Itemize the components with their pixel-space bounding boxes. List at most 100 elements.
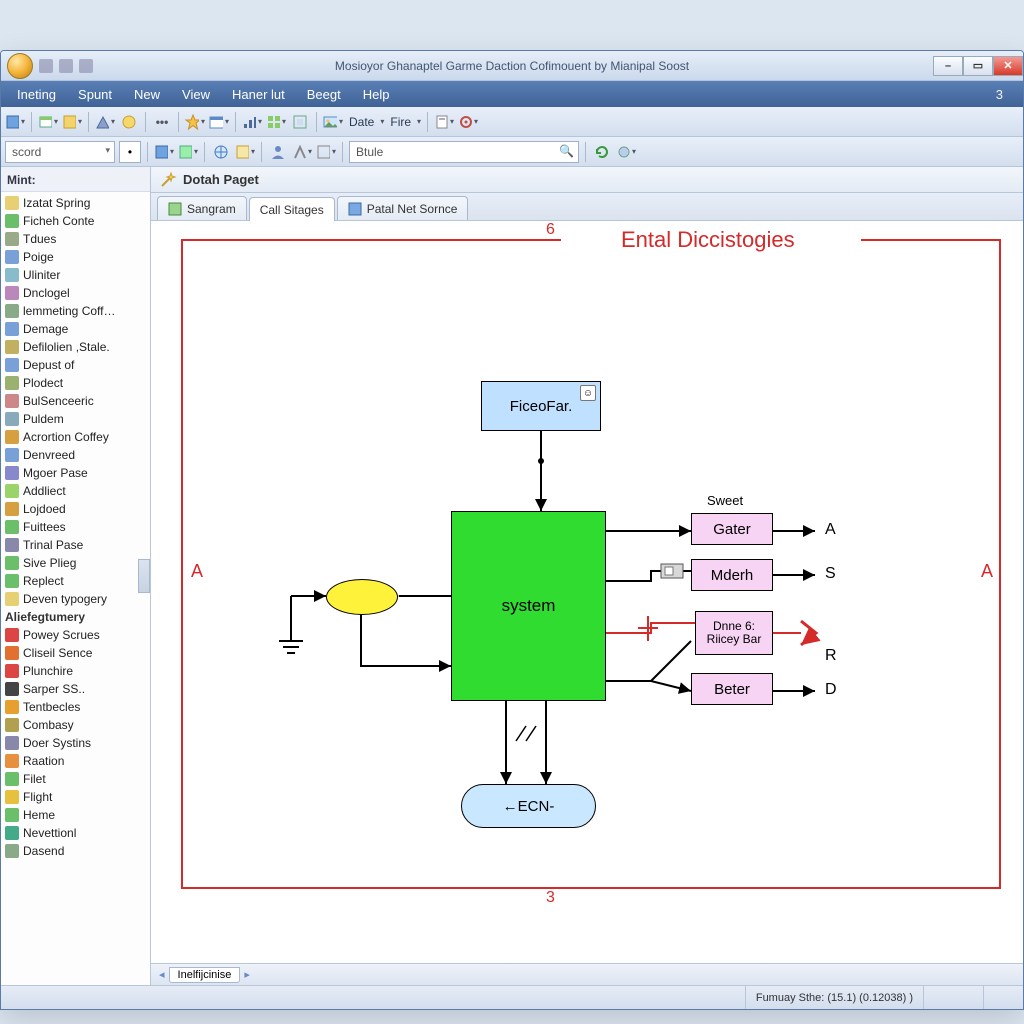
sidebar-item[interactable]: Fuittees	[5, 518, 150, 536]
toolbar-date-label[interactable]: Date	[347, 115, 376, 129]
tool-icon[interactable]	[235, 142, 255, 162]
tab-patal-net[interactable]: Patal Net Sornce	[337, 196, 469, 220]
sidebar-item[interactable]: Heme	[5, 806, 150, 824]
close-button[interactable]: ✕	[993, 56, 1023, 76]
sidebar-item[interactable]: Depust of	[5, 356, 150, 374]
sidebar-item[interactable]: Filet	[5, 770, 150, 788]
tab-sangram[interactable]: Sangram	[157, 196, 247, 220]
sidebar-tree[interactable]: Izatat SpringFicheh ConteTduesPoigeUlini…	[1, 192, 150, 985]
menu-spunt[interactable]: Spunt	[68, 84, 122, 105]
tool-image-icon[interactable]	[323, 112, 343, 132]
bottom-tab-item[interactable]: Inelfijcinise	[169, 967, 241, 983]
sidebar-item[interactable]: Plodect	[5, 374, 150, 392]
sidebar-item[interactable]: Flight	[5, 788, 150, 806]
tool-icon[interactable]	[616, 142, 636, 162]
tool-calendar-icon[interactable]	[209, 112, 229, 132]
sidebar-item[interactable]: Acrortion Coffey	[5, 428, 150, 446]
sidebar-item[interactable]: Mgoer Pase	[5, 464, 150, 482]
tool-star-icon[interactable]	[185, 112, 205, 132]
sidebar-item[interactable]: Addliect	[5, 482, 150, 500]
sidebar-item[interactable]: Trinal Pase	[5, 536, 150, 554]
block-gater[interactable]: Gater	[691, 513, 773, 545]
sidebar-item[interactable]: Tdues	[5, 230, 150, 248]
tool-icon[interactable]	[292, 142, 312, 162]
sidebar-item[interactable]: Defilolien ,Stale.	[5, 338, 150, 356]
toolbar-fire-label[interactable]: Fire	[388, 115, 413, 129]
tool-person-icon[interactable]	[268, 142, 288, 162]
combo-go-button[interactable]: •	[119, 141, 141, 163]
sheet-nav-icon[interactable]: ▸	[244, 968, 250, 981]
menu-beegt[interactable]: Beegt	[297, 84, 351, 105]
tab-call-stages[interactable]: Call Sitages	[249, 197, 335, 221]
block-beter[interactable]: Beter	[691, 673, 773, 705]
sidebar-item[interactable]: Izatat Spring	[5, 194, 150, 212]
tool-icon[interactable]	[5, 112, 25, 132]
sidebar-item[interactable]: Ficheh Conte	[5, 212, 150, 230]
menu-haner[interactable]: Haner lut	[222, 84, 295, 105]
sidebar-item[interactable]: Denvreed	[5, 446, 150, 464]
sidebar-item[interactable]: BulSenceeric	[5, 392, 150, 410]
tool-icon[interactable]	[62, 112, 82, 132]
block-ficeofar[interactable]: FiceoFar. ☺	[481, 381, 601, 431]
tool-icon[interactable]	[434, 112, 454, 132]
tool-icon[interactable]	[178, 142, 198, 162]
tool-refresh-icon[interactable]	[592, 142, 612, 162]
block-dnne[interactable]: Dnne 6: Riicey Bar	[695, 611, 773, 655]
block-ecn[interactable]: ←ECN-	[461, 784, 596, 828]
search-input[interactable]: Btule 🔍	[349, 141, 579, 163]
minimize-button[interactable]: –	[933, 56, 963, 76]
block-yellow-oval[interactable]	[326, 579, 398, 615]
tool-icon[interactable]	[154, 142, 174, 162]
sidebar-item[interactable]: Sive Plieg	[5, 554, 150, 572]
sidebar-item[interactable]: Plunchire	[5, 662, 150, 680]
diagram-canvas[interactable]: Ental Diccistogies 6 3 A A	[151, 221, 1023, 963]
sidebar-item[interactable]: Poige	[5, 248, 150, 266]
tool-gear-icon[interactable]	[458, 112, 478, 132]
sheet-nav-icon[interactable]: ◂	[159, 968, 165, 981]
qat-icon[interactable]	[59, 59, 73, 73]
sidebar-item[interactable]: Lojdoed	[5, 500, 150, 518]
tool-chart-icon[interactable]	[242, 112, 262, 132]
tool-dots-icon[interactable]: •••	[152, 112, 172, 132]
qat-icon[interactable]	[39, 59, 53, 73]
sidebar-item[interactable]: Dasend	[5, 842, 150, 860]
tool-globe-icon[interactable]	[211, 142, 231, 162]
menu-new[interactable]: New	[124, 84, 170, 105]
sidebar-item[interactable]: Tentbecles	[5, 698, 150, 716]
tool-icon[interactable]	[38, 112, 58, 132]
label-sweet: Sweet	[707, 493, 743, 508]
sidebar-item[interactable]: Raation	[5, 752, 150, 770]
sidebar-item[interactable]: Dnclogel	[5, 284, 150, 302]
menu-help[interactable]: Help	[353, 84, 400, 105]
search-icon[interactable]: 🔍	[559, 144, 574, 158]
block-mderh[interactable]: Mderh	[691, 559, 773, 591]
block-system[interactable]: system	[451, 511, 606, 701]
menu-ineting[interactable]: Ineting	[7, 84, 66, 105]
sidebar-item[interactable]: Nevettionl	[5, 824, 150, 842]
sidebar-item[interactable]: Combasy	[5, 716, 150, 734]
sidebar-item[interactable]: Puldem	[5, 410, 150, 428]
tool-grid-icon[interactable]	[266, 112, 286, 132]
sidebar-item[interactable]: Cliseil Sence	[5, 644, 150, 662]
menu-view[interactable]: View	[172, 84, 220, 105]
tool-icon[interactable]	[290, 112, 310, 132]
wand-icon	[159, 171, 177, 189]
sidebar-item-label: Sive Plieg	[23, 556, 76, 570]
tool-icon[interactable]	[95, 112, 115, 132]
tool-icon[interactable]	[119, 112, 139, 132]
sidebar-item[interactable]: Demage	[5, 320, 150, 338]
maximize-button[interactable]: ▭	[963, 56, 993, 76]
sidebar-item[interactable]: lemmeting Coff…	[5, 302, 150, 320]
sidebar-item[interactable]: Powey Scrues	[5, 626, 150, 644]
item-icon	[5, 466, 19, 480]
tool-icon[interactable]	[316, 142, 336, 162]
sidebar-item[interactable]: Uliniter	[5, 266, 150, 284]
sidebar-group[interactable]: Aliefegtumery	[5, 608, 150, 626]
sidebar-item[interactable]: Doer Systins	[5, 734, 150, 752]
sidebar-item[interactable]: Sarper SS..	[5, 680, 150, 698]
record-combo[interactable]: scord	[5, 141, 115, 163]
app-orb-icon[interactable]	[7, 53, 33, 79]
sidebar-item[interactable]: Deven typogery	[5, 590, 150, 608]
qat-icon[interactable]	[79, 59, 93, 73]
sidebar-item[interactable]: Replect	[5, 572, 150, 590]
